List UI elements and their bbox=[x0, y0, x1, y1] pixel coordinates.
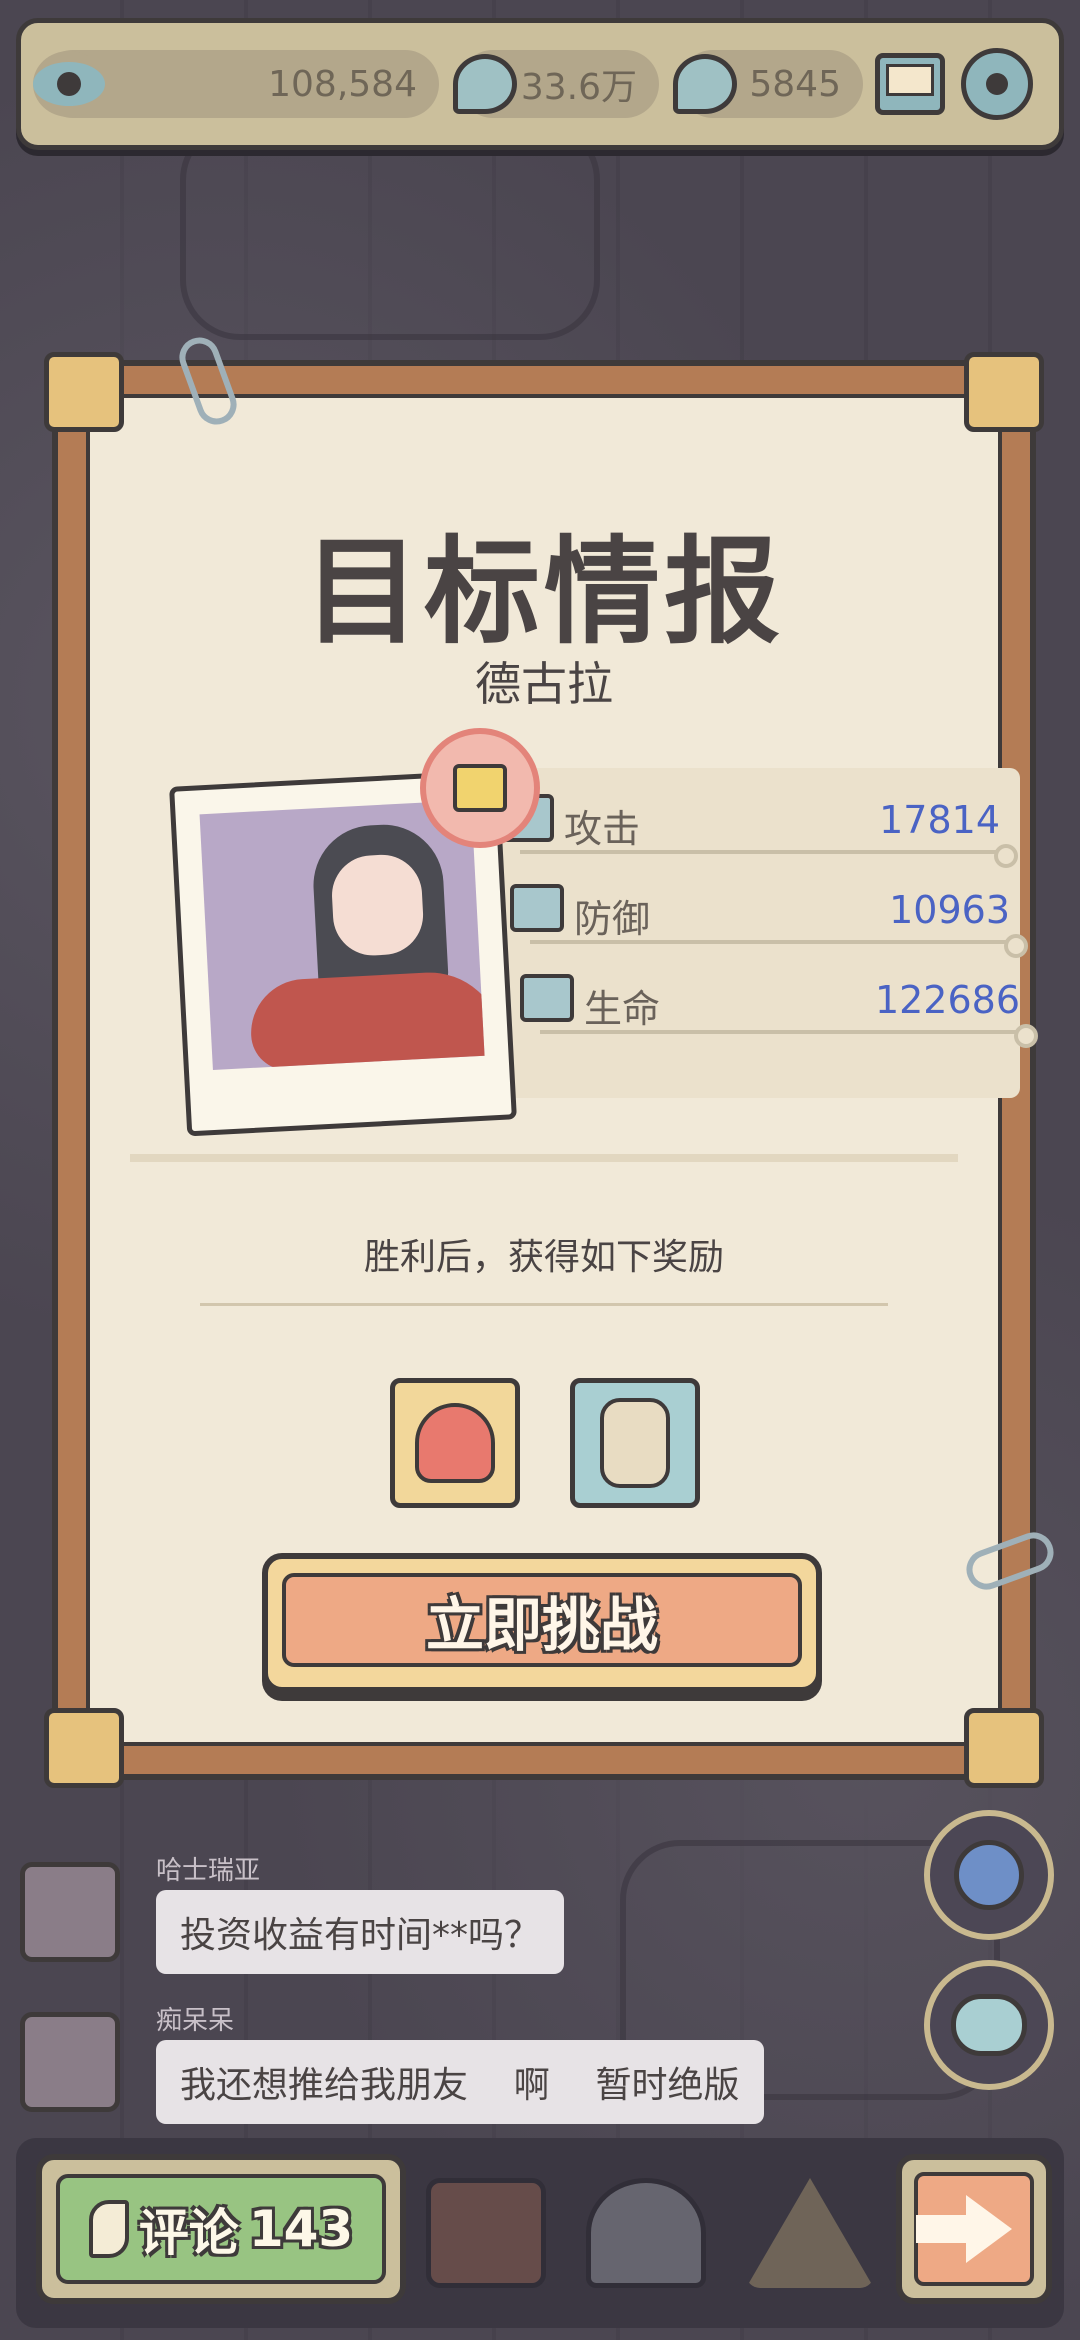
comment-author: 哈士瑞亚 bbox=[156, 1856, 261, 1886]
reward-item-ghost[interactable] bbox=[390, 1378, 520, 1508]
stat-divider bbox=[540, 1024, 1038, 1048]
reward-text: 胜利后，获得如下奖励 bbox=[363, 1237, 724, 1278]
ghost-icon bbox=[415, 1403, 495, 1483]
stat-value: 10963 bbox=[889, 888, 1010, 932]
bust-icon[interactable] bbox=[586, 2178, 706, 2288]
chat-bubble-icon bbox=[453, 54, 517, 114]
eye-icon bbox=[33, 51, 105, 117]
stat-label: 生命 bbox=[584, 987, 661, 1031]
comment-bubble: 我还想推给我朋友 啊 暂时绝版 bbox=[156, 2040, 764, 2124]
comment-button-label: 评论 bbox=[138, 2204, 239, 2262]
comment-bubble: 投资收益有时间**吗？ bbox=[156, 1890, 565, 1974]
defense-icon bbox=[510, 884, 564, 932]
stats-panel: 攻击 17814 防御 10963 生命 122686 bbox=[490, 768, 1038, 1098]
reward-item-mummy[interactable] bbox=[570, 1378, 700, 1508]
comment-count: 143 bbox=[248, 2200, 354, 2258]
target-crosshair-icon bbox=[420, 728, 540, 848]
corner-bracket bbox=[964, 1708, 1044, 1788]
chat-icon bbox=[951, 1994, 1027, 2056]
challenge-button-label: 立即挑战 bbox=[282, 1573, 802, 1667]
comments-total-counter: 33.6万 bbox=[453, 50, 659, 118]
views-value: 108,584 bbox=[268, 63, 417, 105]
challenge-button[interactable]: 立即挑战 bbox=[262, 1553, 822, 1693]
reward-underline bbox=[200, 1303, 888, 1306]
messages-counter: 5845 bbox=[673, 50, 863, 118]
card-paper: 目标情报 德古拉 攻击 17814 防御 10963 生命 122686 胜利后… bbox=[86, 394, 1038, 1746]
bottom-bar: 评论 143 bbox=[16, 2138, 1064, 2328]
stat-row-defense: 防御 10963 bbox=[510, 868, 1030, 958]
chat-button[interactable] bbox=[924, 1960, 1054, 2090]
target-name: 德古拉 bbox=[475, 657, 613, 711]
card-title: 目标情报 bbox=[304, 525, 784, 660]
stat-row-attack: 攻击 17814 bbox=[500, 778, 1020, 868]
stat-label: 防御 bbox=[574, 897, 651, 941]
comment-item: 哈士瑞亚 投资收益有时间**吗？ bbox=[20, 1850, 800, 2010]
mummy-icon bbox=[600, 1398, 670, 1488]
pyramid-icon[interactable] bbox=[746, 2178, 874, 2288]
corner-bracket bbox=[964, 352, 1044, 432]
comment-author: 痴呆呆 bbox=[156, 2006, 235, 2036]
gear-icon[interactable] bbox=[961, 48, 1033, 120]
views-counter: 108,584 bbox=[33, 50, 439, 118]
planet-icon bbox=[954, 1840, 1024, 1910]
planet-button[interactable] bbox=[924, 1810, 1054, 1940]
quill-icon bbox=[88, 2200, 129, 2258]
next-button[interactable] bbox=[896, 2154, 1052, 2304]
mail-icon[interactable] bbox=[875, 53, 945, 115]
corner-bracket bbox=[44, 352, 124, 432]
stat-divider bbox=[530, 934, 1028, 958]
stat-label: 攻击 bbox=[564, 807, 641, 851]
section-divider bbox=[130, 1154, 958, 1162]
stat-value: 17814 bbox=[879, 798, 1000, 842]
bg-pipe bbox=[180, 120, 600, 340]
avatar[interactable] bbox=[20, 1862, 120, 1962]
avatar[interactable] bbox=[20, 2012, 120, 2112]
stat-value: 122686 bbox=[874, 978, 1020, 1022]
target-info-card: 目标情报 德古拉 攻击 17814 防御 10963 生命 122686 胜利后… bbox=[44, 331, 1060, 1788]
stat-divider bbox=[520, 844, 1018, 868]
top-status-bar: 108,584 33.6万 5845 bbox=[16, 18, 1064, 150]
comment-button[interactable]: 评论 143 bbox=[36, 2154, 406, 2304]
comments-total-value: 33.6万 bbox=[520, 67, 637, 108]
bag-icon[interactable] bbox=[426, 2178, 546, 2288]
messages-value: 5845 bbox=[749, 63, 841, 105]
corner-bracket bbox=[44, 1708, 124, 1788]
stat-row-health: 生命 122686 bbox=[520, 958, 1040, 1048]
comment-item: 痴呆呆 我还想推给我朋友 啊 暂时绝版 bbox=[20, 2000, 800, 2160]
health-icon bbox=[520, 974, 574, 1022]
portrait-image bbox=[199, 800, 485, 1070]
speech-bubble-icon bbox=[673, 54, 737, 114]
arrow-right-icon bbox=[916, 2195, 1012, 2263]
